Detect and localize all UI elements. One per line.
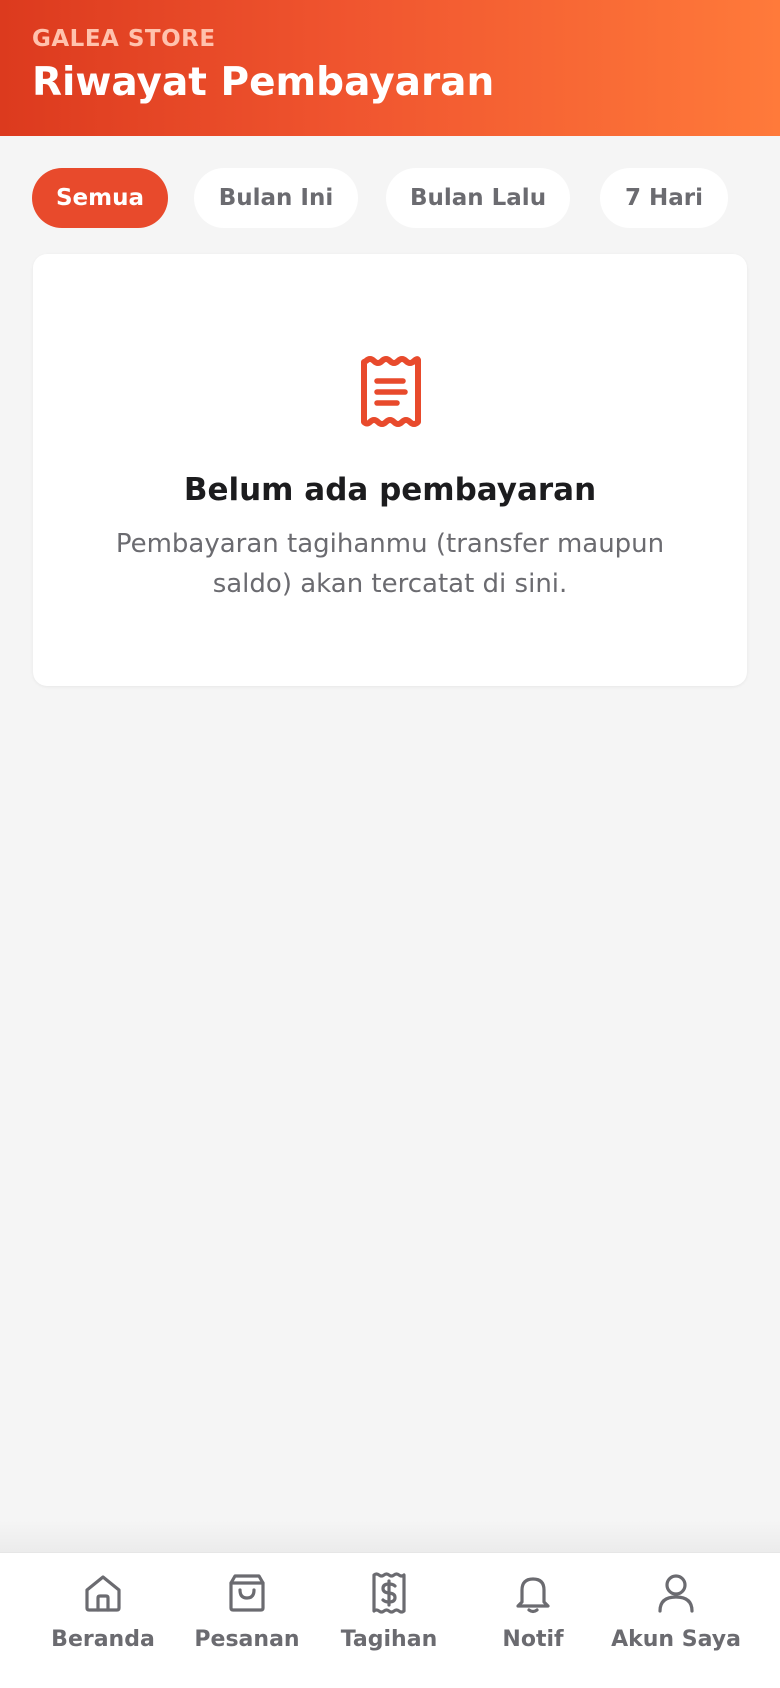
nav-item-tagihan[interactable]: Tagihan xyxy=(311,1553,467,1688)
user-icon xyxy=(658,1574,694,1613)
filter-chip-semua[interactable]: Semua xyxy=(32,168,168,228)
home-icon xyxy=(85,1575,121,1612)
nav-label-notif: Notif xyxy=(502,1627,564,1652)
filter-chip-7-hari[interactable]: 7 Hari xyxy=(600,168,728,228)
payment-history-screen: GALEA STORE Riwayat Pembayaran Semua Bul… xyxy=(0,0,780,1688)
nav-item-notif[interactable]: Notif xyxy=(455,1553,611,1688)
nav-item-beranda[interactable]: Beranda xyxy=(25,1553,181,1688)
nav-label-pesanan: Pesanan xyxy=(194,1627,300,1652)
empty-state-card: Belum ada pembayaran Pembayaran tagihanm… xyxy=(33,254,747,686)
empty-state-title: Belum ada pembayaran xyxy=(183,472,597,508)
nav-label-akun-saya: Akun Saya xyxy=(611,1627,741,1652)
filter-chip-bulan-ini[interactable]: Bulan Ini xyxy=(194,168,358,228)
nav-label-tagihan: Tagihan xyxy=(340,1627,438,1652)
nav-item-pesanan[interactable]: Pesanan xyxy=(169,1553,325,1688)
bottom-nav-shadow xyxy=(0,1520,780,1552)
nav-item-akun-saya[interactable]: Akun Saya xyxy=(598,1553,754,1688)
app-header: GALEA STORE Riwayat Pembayaran xyxy=(0,0,780,136)
bottom-navigation: Beranda Pesanan Tagihan Notif Akun Saya xyxy=(0,1552,780,1688)
store-name: GALEA STORE xyxy=(32,26,216,52)
nav-label-beranda: Beranda xyxy=(51,1627,155,1652)
empty-state-description: Pembayaran tagihanmu (transfer maupun sa… xyxy=(115,529,665,599)
shopping-bag-icon xyxy=(229,1574,265,1612)
page-title: Riwayat Pembayaran xyxy=(32,60,495,105)
receipt-icon xyxy=(361,356,421,427)
bill-icon xyxy=(372,1572,406,1614)
bell-icon xyxy=(516,1577,550,1614)
filter-chip-bulan-lalu[interactable]: Bulan Lalu xyxy=(386,168,570,228)
